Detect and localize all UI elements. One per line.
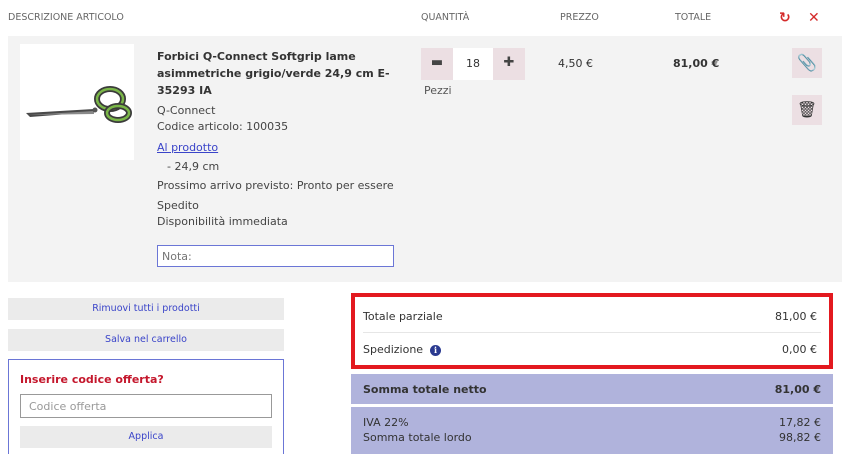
shipping-row: Spedizione i 0,00 € [363, 339, 821, 361]
product-image[interactable] [20, 44, 134, 160]
unit-price: 4,50 € [558, 57, 593, 70]
trash-icon: 🗑 [796, 100, 818, 119]
save-cart-button[interactable]: Salva nel carrello [8, 329, 284, 351]
attach-button[interactable]: 📎 [792, 48, 822, 78]
scissors-icon [26, 86, 132, 123]
product-title: Forbici Q-Connect Softgrip lame asimmetr… [157, 50, 390, 97]
cart-header: DESCRIZIONE ARTICOLO QUANTITÀ PREZZO TOT… [0, 0, 850, 36]
shipping-label: Spedizione [363, 343, 424, 356]
summary-highlight: Totale parziale 81,00 € Spedizione i 0,00… [351, 293, 833, 369]
shipping-value: 0,00 € [782, 343, 817, 356]
product-brand: Q-Connect [157, 104, 216, 117]
arrival-text: Prossimo arrivo previsto: Pronto per ess… [157, 179, 394, 192]
apply-button[interactable]: Applica [20, 426, 272, 448]
delete-button[interactable]: 🗑 [792, 95, 822, 125]
summary-divider [363, 332, 821, 333]
gross-total-value: 98,82 € [779, 431, 821, 444]
subtotal-row: Totale parziale 81,00 € [363, 306, 821, 328]
net-total-value: 81,00 € [774, 383, 821, 396]
col-quantity: QUANTITÀ [421, 12, 470, 23]
product-description: Forbici Q-Connect Softgrip lame asimmetr… [157, 48, 397, 230]
col-price: PREZZO [560, 12, 599, 23]
refresh-icon[interactable]: ↻ [779, 10, 791, 26]
info-icon[interactable]: i [430, 345, 442, 356]
line-total: 81,00 € [673, 57, 720, 70]
quantity-unit: Pezzi [424, 84, 452, 97]
cart-item: Forbici Q-Connect Softgrip lame asimmetr… [8, 36, 842, 282]
product-size: - 24,9 cm [167, 160, 220, 173]
paperclip-icon: 📎 [797, 53, 817, 72]
gross-total-block: IVA 22% 17,82 € Somma totale lordo 98,82… [351, 407, 833, 454]
net-total-row: Somma totale netto 81,00 € [351, 374, 833, 404]
close-icon[interactable]: ✕ [808, 10, 820, 26]
offer-label: Inserire codice offerta? [20, 373, 164, 386]
subtotal-label: Totale parziale [363, 310, 443, 323]
note-input[interactable] [157, 245, 394, 267]
product-link[interactable]: Al prodotto [157, 141, 218, 154]
increase-button[interactable]: ✚ [493, 48, 525, 80]
decrease-button[interactable]: ▬ [421, 48, 453, 80]
availability-text: Disponibilità immediata [157, 215, 288, 228]
gross-total-label: Somma totale lordo [363, 431, 472, 444]
offer-code-box: Inserire codice offerta? Applica [8, 359, 284, 454]
remove-all-button[interactable]: Rimuovi tutti i prodotti [8, 298, 284, 320]
vat-label: IVA 22% [363, 416, 409, 429]
shipped-text: Spedito [157, 199, 199, 212]
subtotal-value: 81,00 € [775, 310, 817, 323]
product-code: Codice articolo: 100035 [157, 120, 289, 133]
offer-code-input[interactable] [20, 394, 272, 418]
col-description: DESCRIZIONE ARTICOLO [8, 12, 124, 23]
col-total: TOTALE [675, 12, 712, 23]
vat-value: 17,82 € [779, 416, 821, 429]
net-total-label: Somma totale netto [363, 383, 487, 396]
quantity-value[interactable]: 18 [453, 48, 493, 80]
